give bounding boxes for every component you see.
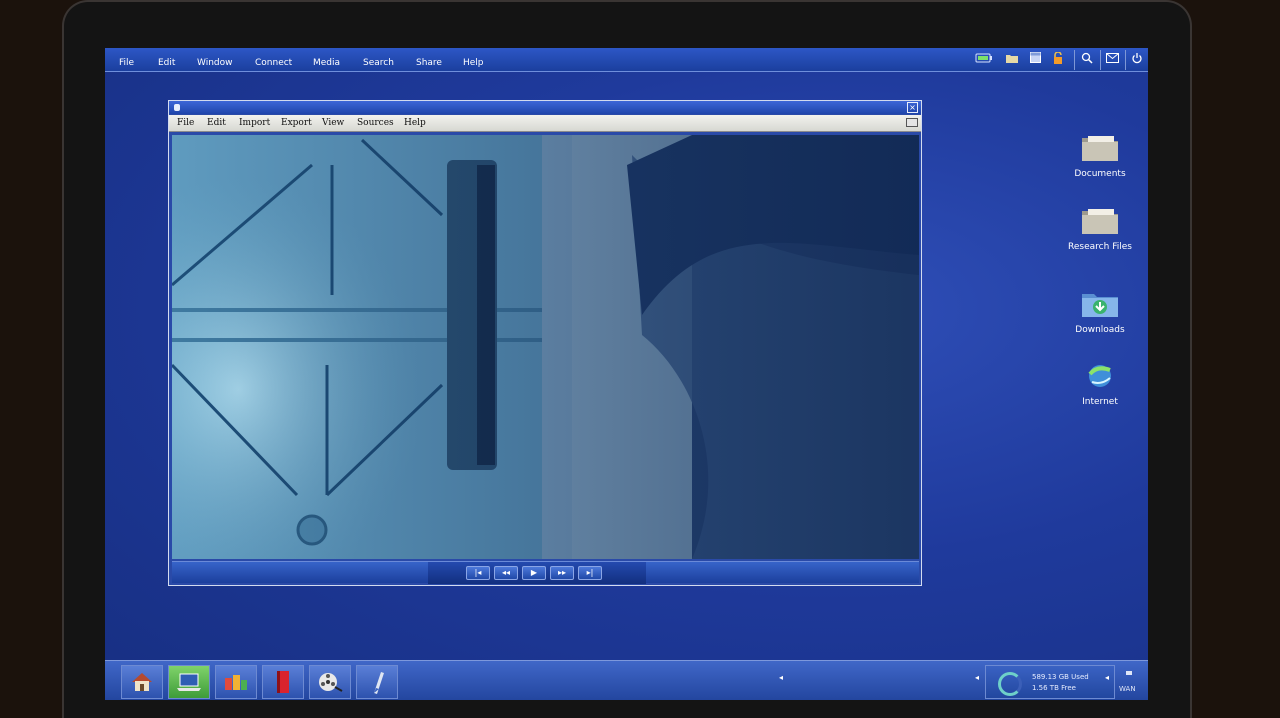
film-reel-icon [319,673,343,692]
taskbar: ◂ ◂ 589.13 GB Used 1.56 TB Free ◂ WAN [105,660,1148,700]
folder-icon[interactable] [1003,52,1021,68]
storage-ring-icon [998,672,1022,696]
maximize-icon[interactable] [906,118,918,127]
media-player-window: × File Edit Import Export View Sources H… [168,100,922,586]
battery-icon[interactable] [975,52,993,68]
menu-edit[interactable]: Edit [207,118,226,128]
top-menu-bar: File Edit Window Connect Media Search Sh… [105,48,1148,72]
taskbar-home[interactable] [121,665,163,699]
storage-free: 1.56 TB Free [1032,684,1076,692]
menu-sources[interactable]: Sources [357,118,394,128]
network-status-icon[interactable] [1126,671,1132,675]
desktop-icon-label: Research Files [1068,242,1132,252]
menu-window[interactable]: Window [197,58,233,68]
desktop-icon-research-files[interactable]: Research Files [1060,205,1140,252]
app-icon [174,104,180,111]
menu-search[interactable]: Search [363,58,394,68]
network-label: WAN [1119,685,1136,693]
menu-file[interactable]: File [177,118,194,128]
taskbar-scroll-left-icon[interactable]: ◂ [975,673,979,682]
power-icon[interactable] [1128,52,1146,68]
skip-back-icon[interactable]: |◂ [466,566,490,580]
storage-widget[interactable]: 589.13 GB Used 1.56 TB Free [985,665,1115,699]
window-menu-bar: File Edit Import Export View Sources Hel… [169,115,921,132]
desktop: File Edit Window Connect Media Search Sh… [105,48,1148,700]
tray-divider [1125,50,1126,70]
desktop-icon-label: Internet [1082,397,1118,407]
playback-controls: |◂ ◂◂ ▶ ▸▸ ▸| [428,562,646,584]
taskbar-apps[interactable] [215,665,257,699]
home-icon [132,673,152,691]
menu-file[interactable]: File [119,58,134,68]
rewind-icon[interactable]: ◂◂ [494,566,518,580]
desktop-icon-internet[interactable]: Internet [1060,362,1140,407]
desktop-icon-documents[interactable]: Documents [1060,132,1140,179]
apps-icon [225,675,247,690]
desktop-icon-label: Documents [1074,169,1126,179]
taskbar-media[interactable] [309,665,351,699]
taskbar-laptop[interactable] [168,665,210,699]
menu-import[interactable]: Import [239,118,270,128]
globe-icon [1088,365,1111,387]
desktop-icon-label: Downloads [1075,325,1125,335]
pen-icon [374,672,384,694]
book-icon [277,671,289,693]
menu-share[interactable]: Share [416,58,442,68]
menu-help[interactable]: Help [404,118,426,128]
skip-forward-icon[interactable]: ▸| [578,566,602,580]
menu-edit[interactable]: Edit [158,58,175,68]
lock-icon[interactable] [1049,51,1067,68]
search-icon[interactable] [1078,52,1096,68]
menu-connect[interactable]: Connect [255,58,292,68]
downloads-folder-icon [1082,294,1118,317]
window-icon[interactable] [1026,52,1044,68]
taskbar-pen[interactable] [356,665,398,699]
video-frame[interactable] [172,135,919,559]
taskbar-scroll-left-icon[interactable]: ◂ [1105,673,1109,682]
playback-bar: |◂ ◂◂ ▶ ▸▸ ▸| [172,561,919,584]
menu-media[interactable]: Media [313,58,340,68]
tray-divider [1100,50,1101,70]
menu-help[interactable]: Help [463,58,484,68]
tray-divider [1074,50,1075,70]
taskbar-book[interactable] [262,665,304,699]
menu-view[interactable]: View [322,118,344,128]
fast-forward-icon[interactable]: ▸▸ [550,566,574,580]
storage-used: 589.13 GB Used [1032,673,1089,681]
folder-icon [1082,136,1118,161]
video-image [172,135,919,559]
desktop-icon-downloads[interactable]: Downloads [1060,288,1140,335]
play-icon[interactable]: ▶ [522,566,546,580]
menu-export[interactable]: Export [281,118,312,128]
taskbar-scroll-left-icon[interactable]: ◂ [779,673,783,682]
folder-icon [1082,209,1118,234]
close-icon[interactable]: × [907,102,918,113]
window-title-bar[interactable]: × [169,101,921,114]
mail-icon[interactable] [1103,52,1121,68]
laptop-icon [177,673,201,691]
